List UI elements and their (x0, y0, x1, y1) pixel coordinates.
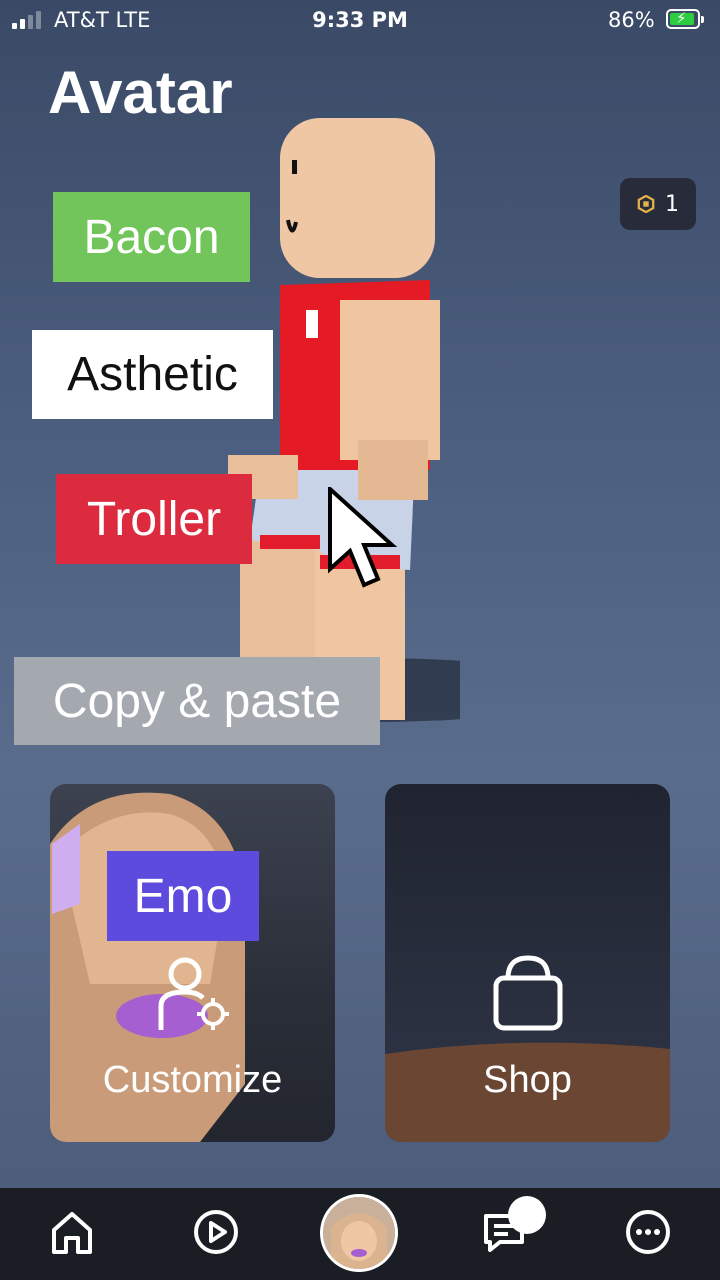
robux-icon (637, 195, 655, 213)
robux-balance[interactable]: 1 (620, 178, 696, 230)
more-icon (626, 1210, 670, 1254)
bottom-nav (0, 1188, 720, 1280)
tag-asthetic: Asthetic (32, 330, 273, 419)
avatar-icon (323, 1197, 395, 1269)
nav-more[interactable] (618, 1202, 678, 1262)
shop-card[interactable]: Shop (385, 784, 670, 1142)
battery-percent: 86% (608, 8, 655, 32)
tag-copy-paste: Copy & paste (14, 657, 380, 745)
avatar-figure (220, 118, 460, 722)
home-icon (52, 1212, 92, 1254)
nav-avatar[interactable] (320, 1194, 398, 1272)
page-title: Avatar (48, 59, 233, 126)
tag-emo: Emo (107, 851, 259, 941)
person-gear-icon (158, 957, 229, 1030)
shopping-bag-icon (493, 955, 562, 1031)
customize-label: Customize (102, 1059, 283, 1101)
tag-bacon: Bacon (53, 192, 250, 282)
play-icon (194, 1210, 238, 1254)
robux-count: 1 (665, 191, 679, 217)
pointer-cursor-icon (328, 487, 398, 588)
nav-home[interactable] (42, 1202, 102, 1262)
customize-card[interactable]: Customize (50, 784, 335, 1142)
shop-label: Shop (483, 1059, 572, 1101)
tag-troller: Troller (56, 474, 252, 564)
status-bar: AT&T LTE 9:33 PM 86% ⚡ (0, 0, 720, 40)
nav-discover[interactable] (186, 1202, 246, 1262)
notification-badge (508, 1196, 546, 1234)
battery-icon: ⚡ (666, 9, 704, 29)
